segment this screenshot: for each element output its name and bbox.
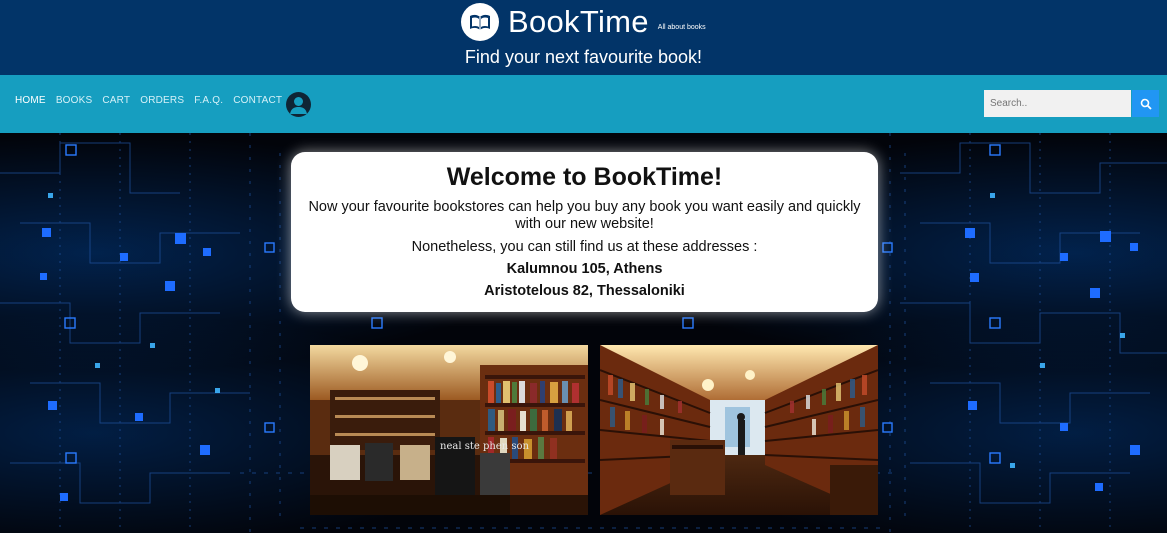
nav-orders[interactable]: ORDERS — [140, 95, 184, 106]
address-thessaloniki: Aristotelous 82, Thessaloniki — [484, 283, 685, 299]
page-tagline: Find your next favourite book! — [464, 47, 703, 67]
search-icon — [1140, 98, 1152, 110]
nav-books[interactable]: BOOKS — [56, 95, 93, 106]
book-cover-label: neal ste phen son — [440, 441, 529, 452]
welcome-card: Welcome to BookTime! Now your favourite … — [291, 152, 878, 312]
welcome-title: Welcome to BookTime! — [446, 163, 723, 191]
site-header: BookTime All about books Find your next … — [0, 0, 1167, 75]
open-book-icon — [461, 3, 499, 41]
search-button[interactable] — [1132, 90, 1159, 117]
welcome-note: Nonetheless, you can still find us at th… — [411, 239, 758, 255]
nav-home[interactable]: HOME — [15, 95, 46, 106]
nav-cart[interactable]: CART — [102, 95, 130, 106]
welcome-intro: Now your favourite bookstores can help y… — [308, 199, 861, 232]
bookstore-photo-left: neal ste phen son — [310, 345, 588, 515]
brand-tagline-small: All about books — [657, 23, 706, 31]
brand[interactable]: BookTime All about books — [461, 2, 706, 42]
nav-links: HOME BOOKS CART ORDERS F.A.Q. CONTACT — [15, 95, 282, 106]
nav-faq[interactable]: F.A.Q. — [194, 95, 223, 106]
brand-name: BookTime — [508, 4, 649, 39]
user-account-icon[interactable] — [286, 92, 311, 117]
search-input[interactable] — [984, 90, 1131, 117]
address-athens: Kalumnou 105, Athens — [506, 261, 663, 277]
bookstore-photo-right — [600, 345, 878, 515]
nav-contact[interactable]: CONTACT — [233, 95, 282, 106]
